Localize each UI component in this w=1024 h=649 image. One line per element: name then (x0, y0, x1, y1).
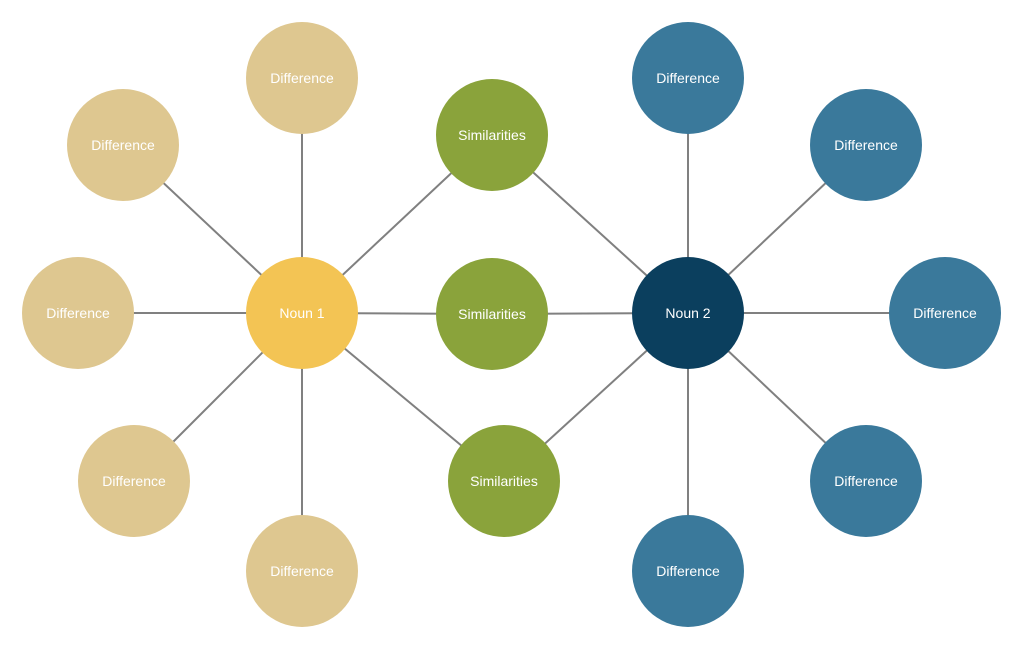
node-label: Difference (656, 70, 720, 86)
nodes: Noun 1 Noun 2 Similarities Similarities Simi… (22, 22, 1001, 627)
node-label: Noun 2 (665, 305, 710, 321)
node-d2-upper-right[interactable]: Difference (810, 89, 922, 201)
node-label: Similarities (458, 306, 526, 322)
node-label: Difference (102, 473, 166, 489)
node-label: Difference (913, 305, 977, 321)
node-d1-upper-left[interactable]: Difference (67, 89, 179, 201)
node-label: Similarities (470, 473, 538, 489)
node-label: Difference (834, 473, 898, 489)
node-d1-left[interactable]: Difference (22, 257, 134, 369)
node-label: Difference (834, 137, 898, 153)
node-d2-right[interactable]: Difference (889, 257, 1001, 369)
node-d2-top[interactable]: Difference (632, 22, 744, 134)
node-d2-lower-right[interactable]: Difference (810, 425, 922, 537)
node-d1-bottom[interactable]: Difference (246, 515, 358, 627)
node-d1-lower-left[interactable]: Difference (78, 425, 190, 537)
node-d2-bottom[interactable]: Difference (632, 515, 744, 627)
double-bubble-map: Noun 1 Noun 2 Similarities Similarities Simi… (22, 22, 1001, 627)
node-d1-top[interactable]: Difference (246, 22, 358, 134)
node-label: Difference (91, 137, 155, 153)
node-label: Difference (270, 70, 334, 86)
node-label: Noun 1 (279, 305, 324, 321)
node-label: Difference (656, 563, 720, 579)
node-label: Difference (46, 305, 110, 321)
node-sim-mid[interactable]: Similarities (436, 258, 548, 370)
node-noun2[interactable]: Noun 2 (632, 257, 744, 369)
node-sim-top[interactable]: Similarities (436, 79, 548, 191)
node-label: Difference (270, 563, 334, 579)
node-sim-bot[interactable]: Similarities (448, 425, 560, 537)
node-noun1[interactable]: Noun 1 (246, 257, 358, 369)
node-label: Similarities (458, 127, 526, 143)
